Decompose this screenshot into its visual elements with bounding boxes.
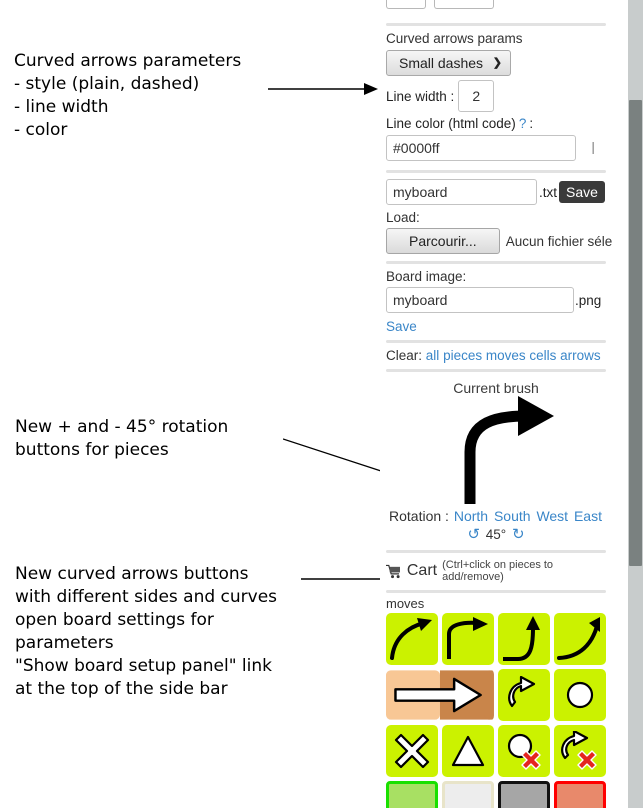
rotation-label: Rotation : (389, 508, 449, 524)
curved-arrow-icon (447, 617, 488, 659)
current-brush-preview (464, 396, 554, 504)
clear-moves-link[interactable]: moves (486, 348, 526, 363)
no-file-selected-text: Aucun fichier séle (505, 233, 613, 249)
divider (386, 23, 606, 26)
rotate-ccw-45-icon[interactable]: ↺ (467, 526, 480, 543)
swatch-red-button[interactable] (554, 781, 606, 808)
triangle-brush-button[interactable] (442, 725, 494, 777)
annotation-curved-arrows-params: Curved arrows parameters - style (plain,… (14, 51, 242, 140)
save-board-row: .txt Save (380, 177, 612, 207)
rotation-north-link[interactable]: North (454, 508, 488, 524)
line-color-colon: : (529, 116, 534, 131)
curved-arrow-up-right-2-button[interactable] (442, 613, 494, 665)
cart-label: Cart (406, 562, 438, 579)
partial-input-a[interactable] (386, 0, 426, 9)
divider (386, 170, 606, 173)
curved-arrow-up-right-3-button[interactable] (498, 613, 550, 665)
rotation-west-link[interactable]: West (536, 508, 568, 524)
palette-row-swatches (386, 781, 606, 808)
curved-arrow-style-select[interactable]: Small dashes (386, 50, 511, 76)
circle-icon (566, 681, 594, 709)
line-width-label: Line width : (386, 88, 455, 104)
current-brush-title: Current brush (453, 380, 539, 396)
moves-label: moves (386, 596, 425, 611)
board-image-save-wrap: Save (380, 315, 612, 335)
curved-arrows-params-label: Curved arrows params (386, 31, 523, 46)
remove-circle-brush-button[interactable] (498, 725, 550, 777)
line-color-input-wrap: | (386, 135, 606, 161)
clear-cells-link[interactable]: cells (529, 348, 556, 363)
cart-row[interactable]: Cart (Ctrl+click on pieces to add/remove… (380, 557, 612, 585)
line-color-input[interactable] (386, 135, 576, 161)
rotation-row: Rotation : North South West East (380, 508, 612, 524)
clear-pieces-link[interactable]: pieces (443, 348, 482, 363)
palette-row-curved-arrows (386, 613, 606, 665)
line-color-help-link[interactable]: ? (519, 116, 527, 131)
piece-palette (380, 613, 612, 808)
line-width-row: Line width : (380, 78, 612, 114)
annotation-curved-arrow-buttons: New curved arrows buttons with different… (15, 564, 278, 699)
rotation-east-link[interactable]: East (574, 508, 602, 524)
palette-row-marks (386, 725, 606, 777)
curved-arrow-icon (503, 616, 540, 661)
circle-x-icon (507, 733, 541, 770)
curved-arrow-up-right-4-button[interactable] (554, 613, 606, 665)
divider (386, 261, 606, 264)
rotation-angle-label: 45° (485, 527, 507, 542)
annotation-rotation-buttons: New + and - 45° rotation buttons for pie… (15, 417, 229, 460)
swatch-grey-button[interactable] (498, 781, 550, 808)
panel-scrollbar-track[interactable] (628, 0, 643, 808)
clear-label: Clear: (386, 348, 423, 363)
browse-file-button[interactable]: Parcourir... (386, 228, 500, 254)
load-label: Load: (386, 210, 420, 225)
board-filename-input[interactable] (386, 179, 537, 205)
straight-arrow-brush-button[interactable] (386, 669, 494, 721)
curved-arrow-icon (390, 618, 432, 660)
board-file-extension: .txt (539, 184, 558, 200)
circle-brush-button[interactable] (553, 669, 606, 721)
rotation-45-row: ↺ 45° ↻ (380, 524, 612, 543)
board-image-extension: .png (575, 292, 602, 308)
annotation-arrow-1 (268, 83, 378, 95)
load-file-row: Parcourir... Aucun fichier séle (380, 226, 612, 256)
rotate-piece-brush-button[interactable] (497, 669, 550, 721)
panel-scrollbar-thumb[interactable] (629, 100, 642, 566)
cart-icon (386, 564, 400, 578)
save-board-image-link[interactable]: Save (386, 319, 417, 334)
rotate-x-icon (561, 731, 597, 770)
annotation-layer: Curved arrows parameters - style (plain,… (0, 0, 473, 808)
board-image-filename-input[interactable] (386, 287, 574, 313)
divider (386, 369, 606, 372)
swatch-white-button[interactable] (442, 781, 494, 808)
partial-input-b[interactable] (434, 0, 494, 9)
clear-row: Clear: all pieces moves cells arrows (380, 347, 612, 364)
curved-arrow-icon (557, 617, 600, 660)
board-image-row: .png (380, 285, 612, 315)
triangle-icon (451, 735, 485, 767)
clear-arrows-link[interactable]: arrows (560, 348, 601, 363)
divider (386, 340, 606, 343)
clear-all-link[interactable]: all (426, 348, 440, 363)
save-board-button[interactable]: Save (559, 181, 605, 203)
datalist-icon[interactable]: | (589, 141, 597, 156)
board-image-label: Board image: (386, 269, 467, 284)
palette-row-brushes (386, 669, 606, 721)
curved-arrow-style-select-wrap: Small dashes ❯ (386, 50, 511, 76)
partial-inputs-top (386, 0, 494, 9)
curved-arrow-up-right-1-button[interactable] (386, 613, 438, 665)
remove-rotate-brush-button[interactable] (554, 725, 606, 777)
cross-brush-button[interactable] (386, 725, 438, 777)
straight-arrow-icon (386, 670, 494, 720)
line-width-input[interactable] (458, 80, 495, 112)
rotate-icon (508, 676, 536, 708)
cart-hint: (Ctrl+click on pieces to add/remove) (442, 559, 554, 583)
swatch-green-button[interactable] (386, 781, 438, 808)
rotation-south-link[interactable]: South (494, 508, 531, 524)
cross-icon (394, 733, 430, 769)
rotate-cw-45-icon[interactable]: ↻ (512, 526, 525, 543)
line-color-label: Line color (html code) (386, 116, 516, 131)
board-setup-side-panel: Curved arrows params Small dashes ❯ Line… (380, 0, 643, 808)
divider (386, 550, 606, 553)
line-color-label-row: Line color (html code) ? : (380, 114, 612, 133)
